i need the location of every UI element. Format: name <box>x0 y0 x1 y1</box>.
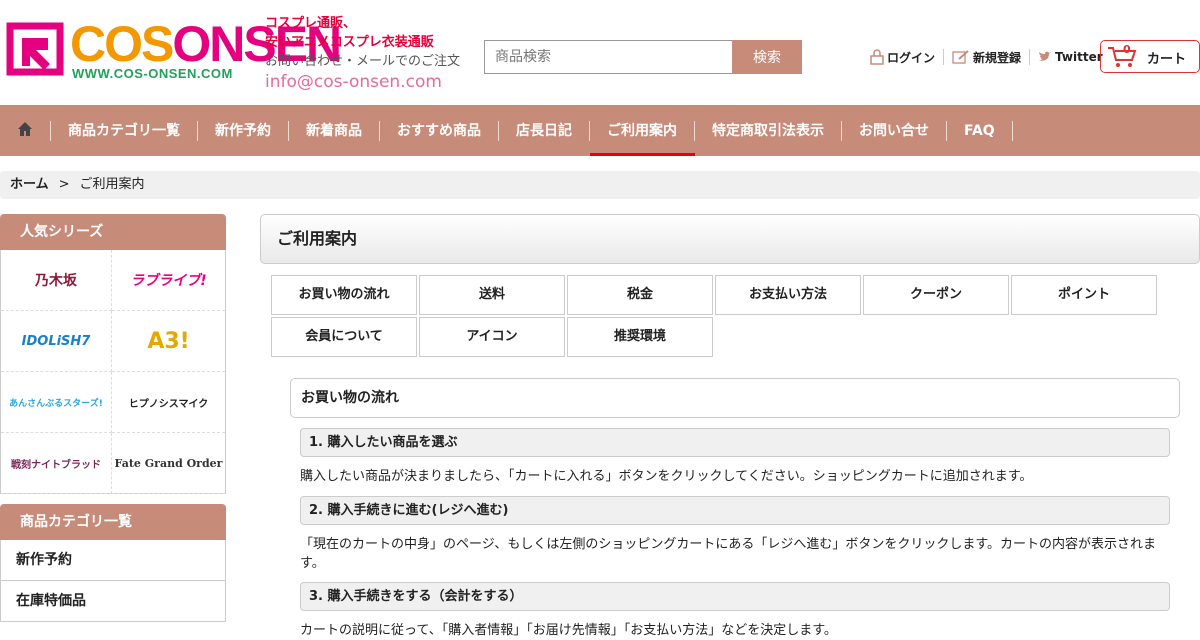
nav-item-label: 店長日記 <box>499 120 590 141</box>
nav-item-contact[interactable]: お問い合せ <box>842 105 947 156</box>
step-title: 2. 購入手続きに進む(レジへ進む) <box>300 496 1170 525</box>
category-title: 商品カテゴリ一覧 <box>0 504 226 540</box>
nav-item-label: 商品カテゴリ一覧 <box>51 120 198 141</box>
search-button[interactable]: 検索 <box>732 40 802 74</box>
cart-icon <box>1108 47 1137 67</box>
site-header: COSONSEN WWW.COS-ONSEN.COM コスプレ通販、 安いアニメ… <box>0 0 1200 105</box>
tab-membership[interactable]: 会員について <box>271 317 417 357</box>
home-icon <box>18 121 32 136</box>
category-item-sale[interactable]: 在庫特価品 <box>0 581 226 622</box>
series-banner-senkoku[interactable]: 戦刻ナイトブラッド <box>1 433 112 494</box>
lock-icon <box>870 49 884 65</box>
tab-tax[interactable]: 税金 <box>567 275 713 315</box>
nav-home[interactable] <box>0 105 51 156</box>
series-banner-lovelive[interactable]: ラブライブ! <box>112 250 225 311</box>
step-description: 購入したい商品が決まりましたら、「カートに入れる」ボタンをクリックしてください。… <box>300 469 1033 484</box>
nav-item-label: 新作予約 <box>198 120 289 141</box>
tab-environment[interactable]: 推奨環境 <box>567 317 713 357</box>
series-title: 人気シリーズ <box>0 214 226 250</box>
contact-note: お問い合わせ・メールでのご注文 <box>265 54 461 69</box>
nav-item-categories[interactable]: 商品カテゴリ一覧 <box>51 105 198 156</box>
cart-count: 0 <box>1123 43 1131 56</box>
tab-points[interactable]: ポイント <box>1011 275 1157 315</box>
step-title: 1. 購入したい商品を選ぶ <box>300 428 1170 457</box>
site-logo[interactable]: COSONSEN WWW.COS-ONSEN.COM <box>4 16 342 82</box>
nav-item-faq[interactable]: FAQ <box>947 105 1013 156</box>
breadcrumb-current: ご利用案内 <box>79 177 145 192</box>
main-content: ご利用案内 お買い物の流れ 送料 税金 お支払い方法 クーポン ポイント 会員に… <box>260 214 1200 638</box>
step-description: 「現在のカートの中身」のページ、もしくは左側のショッピングカートにある「レジへ進… <box>300 537 1157 571</box>
category-item-preorder[interactable]: 新作予約 <box>0 540 226 581</box>
breadcrumb-separator: > <box>58 177 70 192</box>
nav-item-diary[interactable]: 店長日記 <box>499 105 590 156</box>
breadcrumb: ホーム > ご利用案内 <box>0 171 1200 199</box>
series-banner-label: 乃木坂 <box>35 273 77 289</box>
breadcrumb-home-link[interactable]: ホーム <box>10 177 49 192</box>
twitter-link[interactable]: Twitter <box>1030 49 1111 65</box>
cart-button[interactable]: 0 カート <box>1100 40 1200 73</box>
twitter-bird-icon <box>1039 51 1052 61</box>
login-label: ログイン <box>887 50 936 65</box>
nav-item-label: ご利用案内 <box>590 120 695 141</box>
series-banner-a3[interactable]: A3! <box>112 311 225 372</box>
logo-url: WWW.COS-ONSEN.COM <box>72 66 233 81</box>
series-banner-label: 戦刻ナイトブラッド <box>11 459 101 471</box>
series-banner-label: IDOLiSH7 <box>21 333 91 349</box>
series-grid: 乃木坂 ラブライブ! IDOLiSH7 A3! あんさんぶるスターズ! ヒプノシ… <box>0 250 226 494</box>
sidebar: 人気シリーズ 乃木坂 ラブライブ! IDOLiSH7 A3! あんさんぶるスター… <box>0 214 226 622</box>
nav-item-label: お問い合せ <box>842 120 947 141</box>
series-banner-fgo[interactable]: Fate Grand Order <box>112 433 225 494</box>
contact-email-link[interactable]: info@cos-onsen.com <box>265 71 460 93</box>
series-banner-label: ラブライブ! <box>130 273 207 289</box>
category-list: 商品カテゴリ一覧 新作予約 在庫特価品 <box>0 504 226 622</box>
nav-home-wrap <box>0 120 51 141</box>
tab-shipping[interactable]: 送料 <box>419 275 565 315</box>
series-banner-idolish7[interactable]: IDOLiSH7 <box>1 311 112 372</box>
guide-tabs: お買い物の流れ 送料 税金 お支払い方法 クーポン ポイント 会員について アイ… <box>271 275 1159 357</box>
tab-coupon[interactable]: クーポン <box>863 275 1009 315</box>
register-label: 新規登録 <box>973 50 1022 65</box>
nav-item-label: 特定商取引法表示 <box>695 120 842 141</box>
nav-item-label: おすすめ商品 <box>380 120 499 141</box>
step-description: カートの説明に従って、「購入者情報」「お届け先情報」「お支払い方法」などを決定し… <box>300 623 837 638</box>
register-link[interactable]: 新規登録 <box>944 49 1031 65</box>
tagline-line-2: 安いアニメコスプレ衣装通販 <box>265 35 434 50</box>
tab-icons[interactable]: アイコン <box>419 317 565 357</box>
series-banner-hypmic[interactable]: ヒプノシスマイク <box>112 372 225 433</box>
cart-label: カート <box>1147 52 1187 67</box>
nav-item-recommended[interactable]: おすすめ商品 <box>380 105 499 156</box>
page-title: ご利用案内 <box>260 214 1200 264</box>
nav-item-guide[interactable]: ご利用案内 <box>590 105 695 156</box>
header-links: ログイン 新規登録 Twitter <box>862 46 1111 68</box>
nav-item-label: FAQ <box>947 120 1013 141</box>
twitter-label: Twitter <box>1055 50 1103 64</box>
nav-item-preorder[interactable]: 新作予約 <box>198 105 289 156</box>
main-nav: 商品カテゴリ一覧 新作予約 新着商品 おすすめ商品 店長日記 ご利用案内 特定商… <box>0 105 1200 156</box>
series-banner-label: A3! <box>147 328 190 354</box>
search-bar: 検索 <box>484 40 802 74</box>
series-banner-label: あんさんぶるスターズ! <box>9 398 103 409</box>
series-banner-enstars[interactable]: あんさんぶるスターズ! <box>1 372 112 433</box>
login-link[interactable]: ログイン <box>862 49 945 65</box>
tagline: コスプレ通販、 安いアニメコスプレ衣装通販 お問い合わせ・メールでのご注文 in… <box>265 14 460 93</box>
tab-shopping-flow[interactable]: お買い物の流れ <box>271 275 417 315</box>
nav-item-label: 新着商品 <box>289 120 380 141</box>
logo-arrow-icon <box>6 22 64 76</box>
pencil-icon <box>952 50 969 64</box>
nav-item-new[interactable]: 新着商品 <box>289 105 380 156</box>
series-banner-nogizaka[interactable]: 乃木坂 <box>1 250 112 311</box>
tagline-line-1: コスプレ通販、 <box>265 16 357 31</box>
logo-wordmark-cos: COS <box>70 16 174 72</box>
series-banner-label: Fate Grand Order <box>114 456 223 470</box>
tab-payment[interactable]: お支払い方法 <box>715 275 861 315</box>
step-title: 3. 購入手続きをする（会計をする） <box>300 582 1170 611</box>
section-title: お買い物の流れ <box>290 378 1180 418</box>
nav-item-legal[interactable]: 特定商取引法表示 <box>695 105 842 156</box>
search-input[interactable] <box>484 40 734 74</box>
series-banner-label: ヒプノシスマイク <box>128 398 209 410</box>
